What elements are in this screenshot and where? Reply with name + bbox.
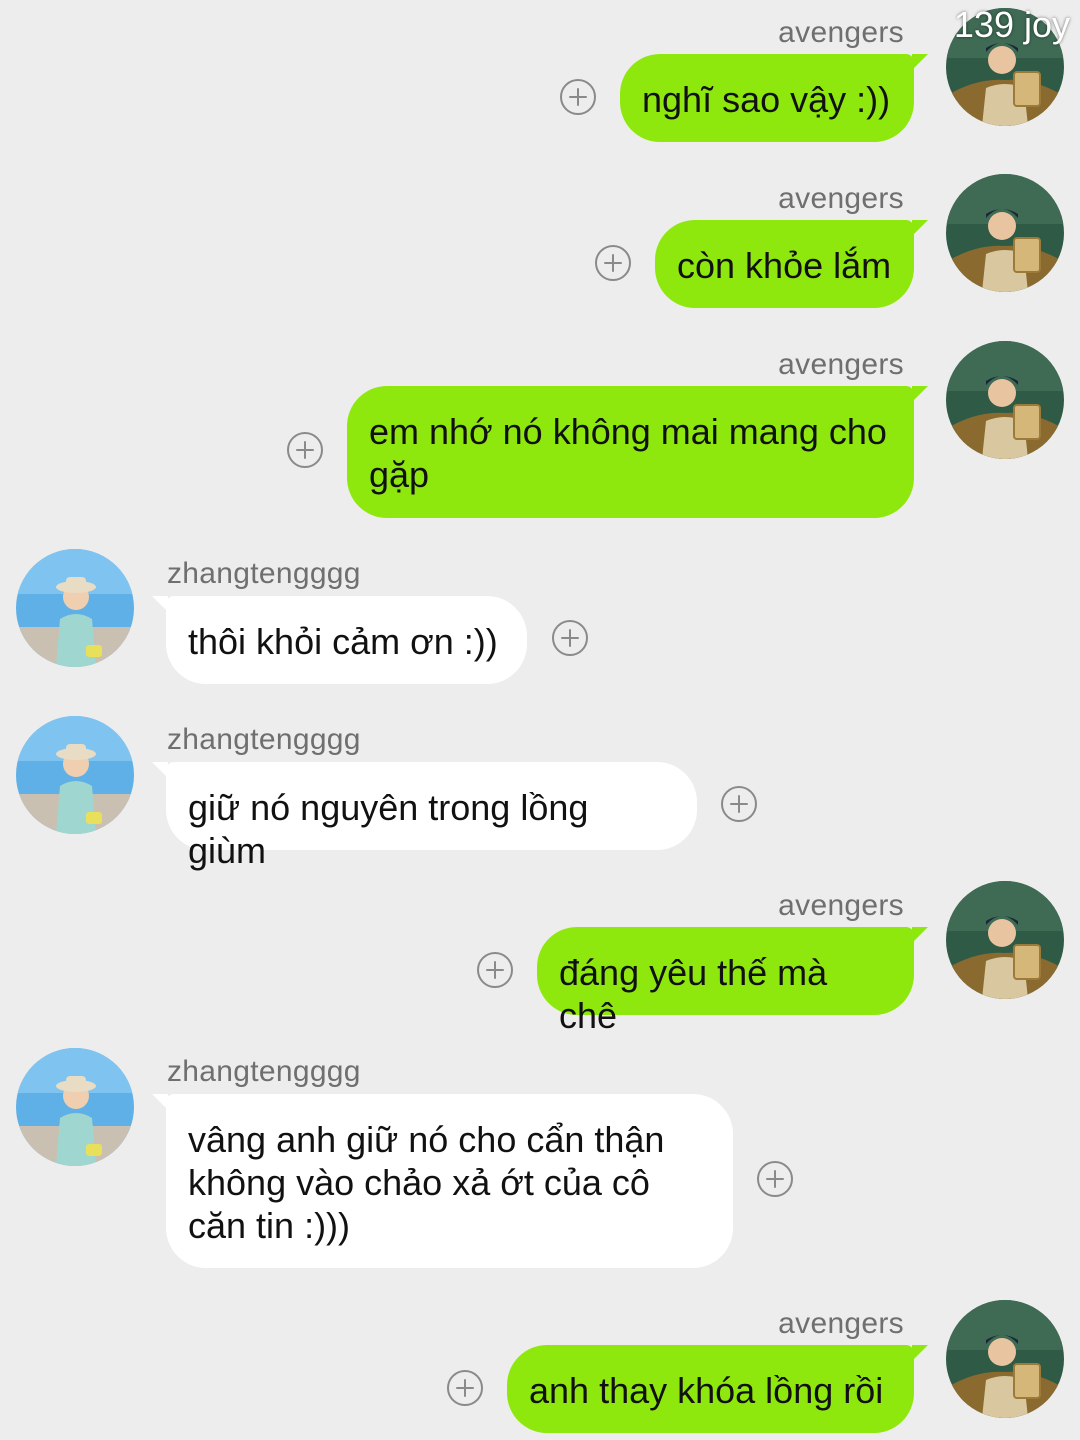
sender-name: avengers	[778, 182, 904, 215]
add-reaction-button[interactable]	[552, 620, 588, 656]
avatar-zhangtengggg-image	[16, 549, 134, 667]
chat-view: 139 joy avengers nghĩ sao vậy :)) avenge…	[0, 0, 1080, 1440]
sender-name: zhangtengggg	[167, 557, 361, 590]
sender-name: avengers	[778, 348, 904, 381]
avatar[interactable]	[946, 174, 1064, 292]
avatar[interactable]	[16, 549, 134, 667]
avatar[interactable]	[16, 1048, 134, 1166]
message-bubble[interactable]: còn khỏe lắm	[655, 220, 928, 308]
avatar-avengers-image	[946, 1300, 1064, 1418]
avatar[interactable]	[16, 716, 134, 834]
sender-name: avengers	[778, 16, 904, 49]
avatar[interactable]	[946, 1300, 1064, 1418]
add-reaction-button[interactable]	[757, 1161, 793, 1197]
avatar-avengers-image	[946, 341, 1064, 459]
message-bubble[interactable]: nghĩ sao vậy :))	[620, 54, 928, 142]
sender-name: zhangtengggg	[167, 723, 361, 756]
message-bubble[interactable]: giữ nó nguyên trong lồng giùm	[152, 762, 697, 871]
add-reaction-button[interactable]	[560, 79, 596, 115]
message-bubble[interactable]: anh thay khóa lồng rồi	[507, 1345, 928, 1433]
add-reaction-button[interactable]	[477, 952, 513, 988]
sender-name: avengers	[778, 1307, 904, 1340]
message-bubble[interactable]: vâng anh giữ nó cho cẩn thận không vào c…	[152, 1094, 733, 1268]
watermark: 139 joy	[953, 4, 1070, 45]
add-reaction-button[interactable]	[595, 245, 631, 281]
message-bubble[interactable]: em nhớ nó không mai mang cho gặp	[347, 386, 928, 518]
avatar-avengers-image	[946, 174, 1064, 292]
add-reaction-button[interactable]	[287, 432, 323, 468]
sender-name: avengers	[778, 889, 904, 922]
message-bubble[interactable]: đáng yêu thế mà chê	[537, 927, 928, 1036]
avatar-zhangtengggg-image	[16, 1048, 134, 1166]
message-bubble[interactable]: thôi khỏi cảm ơn :))	[152, 596, 527, 684]
avatar[interactable]	[946, 341, 1064, 459]
add-reaction-button[interactable]	[447, 1370, 483, 1406]
avatar[interactable]	[946, 881, 1064, 999]
add-reaction-button[interactable]	[721, 786, 757, 822]
sender-name: zhangtengggg	[167, 1055, 361, 1088]
avatar-avengers-image	[946, 881, 1064, 999]
avatar-zhangtengggg-image	[16, 716, 134, 834]
